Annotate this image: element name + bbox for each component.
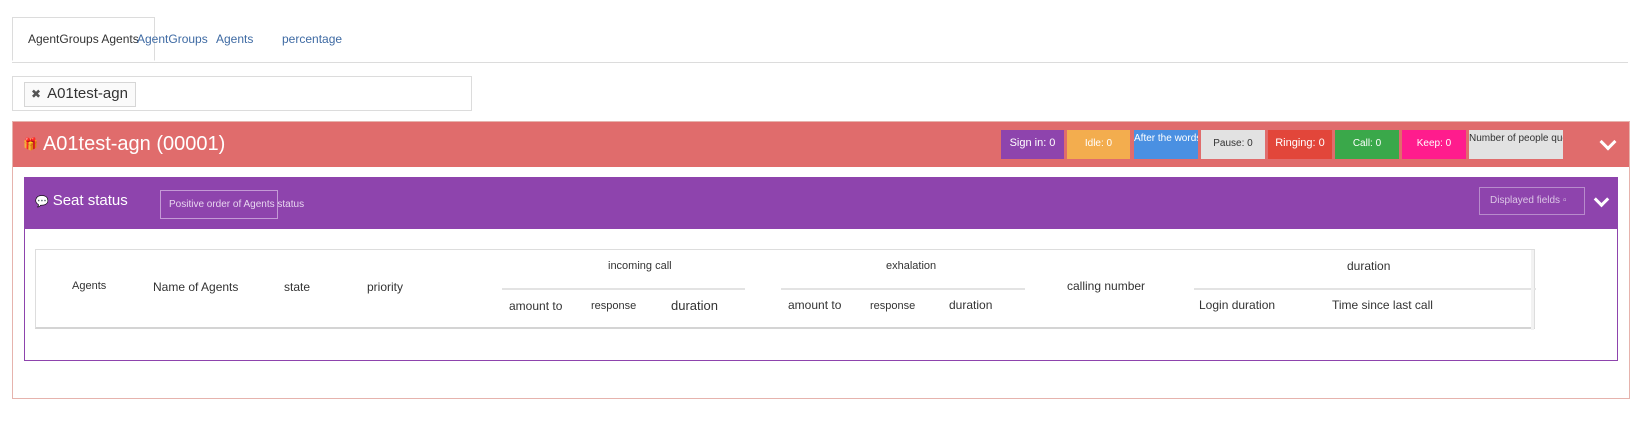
gift-icon: 🎁 xyxy=(23,137,38,151)
selected-tag: ✖ A01test-agn xyxy=(24,82,136,107)
agent-group-select[interactable]: ✖ A01test-agn xyxy=(12,76,472,111)
seat-collapse-button[interactable] xyxy=(1591,188,1611,214)
col-exhalation-response[interactable]: response xyxy=(870,300,915,312)
tab-agents[interactable]: Agents xyxy=(216,17,253,61)
group-header: 🎁 A01test-agn (00001) Sign in: 0 Idle: 0 … xyxy=(13,122,1629,167)
caret-icon: ▫ xyxy=(1563,195,1567,206)
col-agent-name[interactable]: Name of Agents xyxy=(153,280,238,294)
tab-agentgroups[interactable]: AgentGroups xyxy=(137,17,208,61)
chevron-down-icon xyxy=(1599,133,1617,151)
tab-percentage[interactable]: percentage xyxy=(282,17,342,61)
seat-title-text: Seat status xyxy=(52,192,128,209)
col-state[interactable]: state xyxy=(284,280,310,294)
seat-table: Agents Name of Agents state priority inc… xyxy=(35,249,1536,330)
badge-sign-in: Sign in: 0 xyxy=(1001,130,1064,159)
col-time-since-last-call[interactable]: Time since last call xyxy=(1332,298,1433,312)
col-group-exhalation: exhalation xyxy=(886,260,937,272)
badge-after-words: After the words xyxy=(1134,130,1198,159)
badge-pause: Pause: 0 xyxy=(1201,130,1265,159)
col-incoming-amount[interactable]: amount to xyxy=(509,299,562,313)
sort-order-label: Positive order of Agents status xyxy=(169,199,305,210)
tag-label: A01test-agn xyxy=(47,85,128,102)
seat-header: 💬 Seat status Positive order of Agents st… xyxy=(25,178,1617,229)
col-group-duration: duration xyxy=(1347,259,1391,273)
sort-order-select[interactable]: Positive order of Agents status xyxy=(160,190,304,219)
remove-tag-icon[interactable]: ✖ xyxy=(31,87,41,101)
group-title-text: A01test-agn (00001) xyxy=(42,133,226,155)
seat-status-panel: 💬 Seat status Positive order of Agents st… xyxy=(24,177,1618,361)
col-exhalation-duration[interactable]: duration xyxy=(949,298,992,312)
incoming-divider xyxy=(502,288,745,290)
badge-keep: Keep: 0 xyxy=(1402,130,1466,159)
col-incoming-response[interactable]: response xyxy=(591,300,636,312)
tab-agentgroups-agents[interactable]: AgentGroups Agents xyxy=(12,17,155,61)
badge-queuing: Number of people queuing: 0 xyxy=(1469,130,1563,159)
col-login-duration[interactable]: Login duration xyxy=(1199,298,1275,312)
badge-ringing: Ringing: 0 xyxy=(1268,130,1332,159)
group-collapse-button[interactable] xyxy=(1595,130,1621,159)
col-priority[interactable]: priority xyxy=(367,280,403,294)
tab-bar: AgentGroups Agents AgentGroups Agents pe… xyxy=(12,17,1628,63)
col-agents[interactable]: Agents xyxy=(72,280,106,292)
seat-title: 💬 Seat status xyxy=(35,178,128,223)
group-title: 🎁 A01test-agn (00001) xyxy=(23,122,225,167)
chat-icon: 💬 xyxy=(35,196,49,208)
duration-divider xyxy=(1194,288,1536,290)
col-group-incoming: incoming call xyxy=(608,260,672,272)
col-exhalation-amount[interactable]: amount to xyxy=(788,298,841,312)
badge-idle: Idle: 0 xyxy=(1067,130,1130,159)
agent-group-panel: 🎁 A01test-agn (00001) Sign in: 0 Idle: 0 … xyxy=(12,121,1630,399)
displayed-fields-label: Displayed fields xyxy=(1490,195,1561,206)
exhalation-divider xyxy=(781,288,1025,290)
chevron-down-icon xyxy=(1593,191,1609,208)
col-incoming-duration[interactable]: duration xyxy=(671,298,718,313)
table-scrollbar[interactable] xyxy=(1531,250,1534,330)
displayed-fields-button[interactable]: Displayed fields ▫ xyxy=(1479,187,1585,215)
badge-call: Call: 0 xyxy=(1335,130,1399,159)
col-calling-number[interactable]: calling number xyxy=(1067,279,1145,293)
